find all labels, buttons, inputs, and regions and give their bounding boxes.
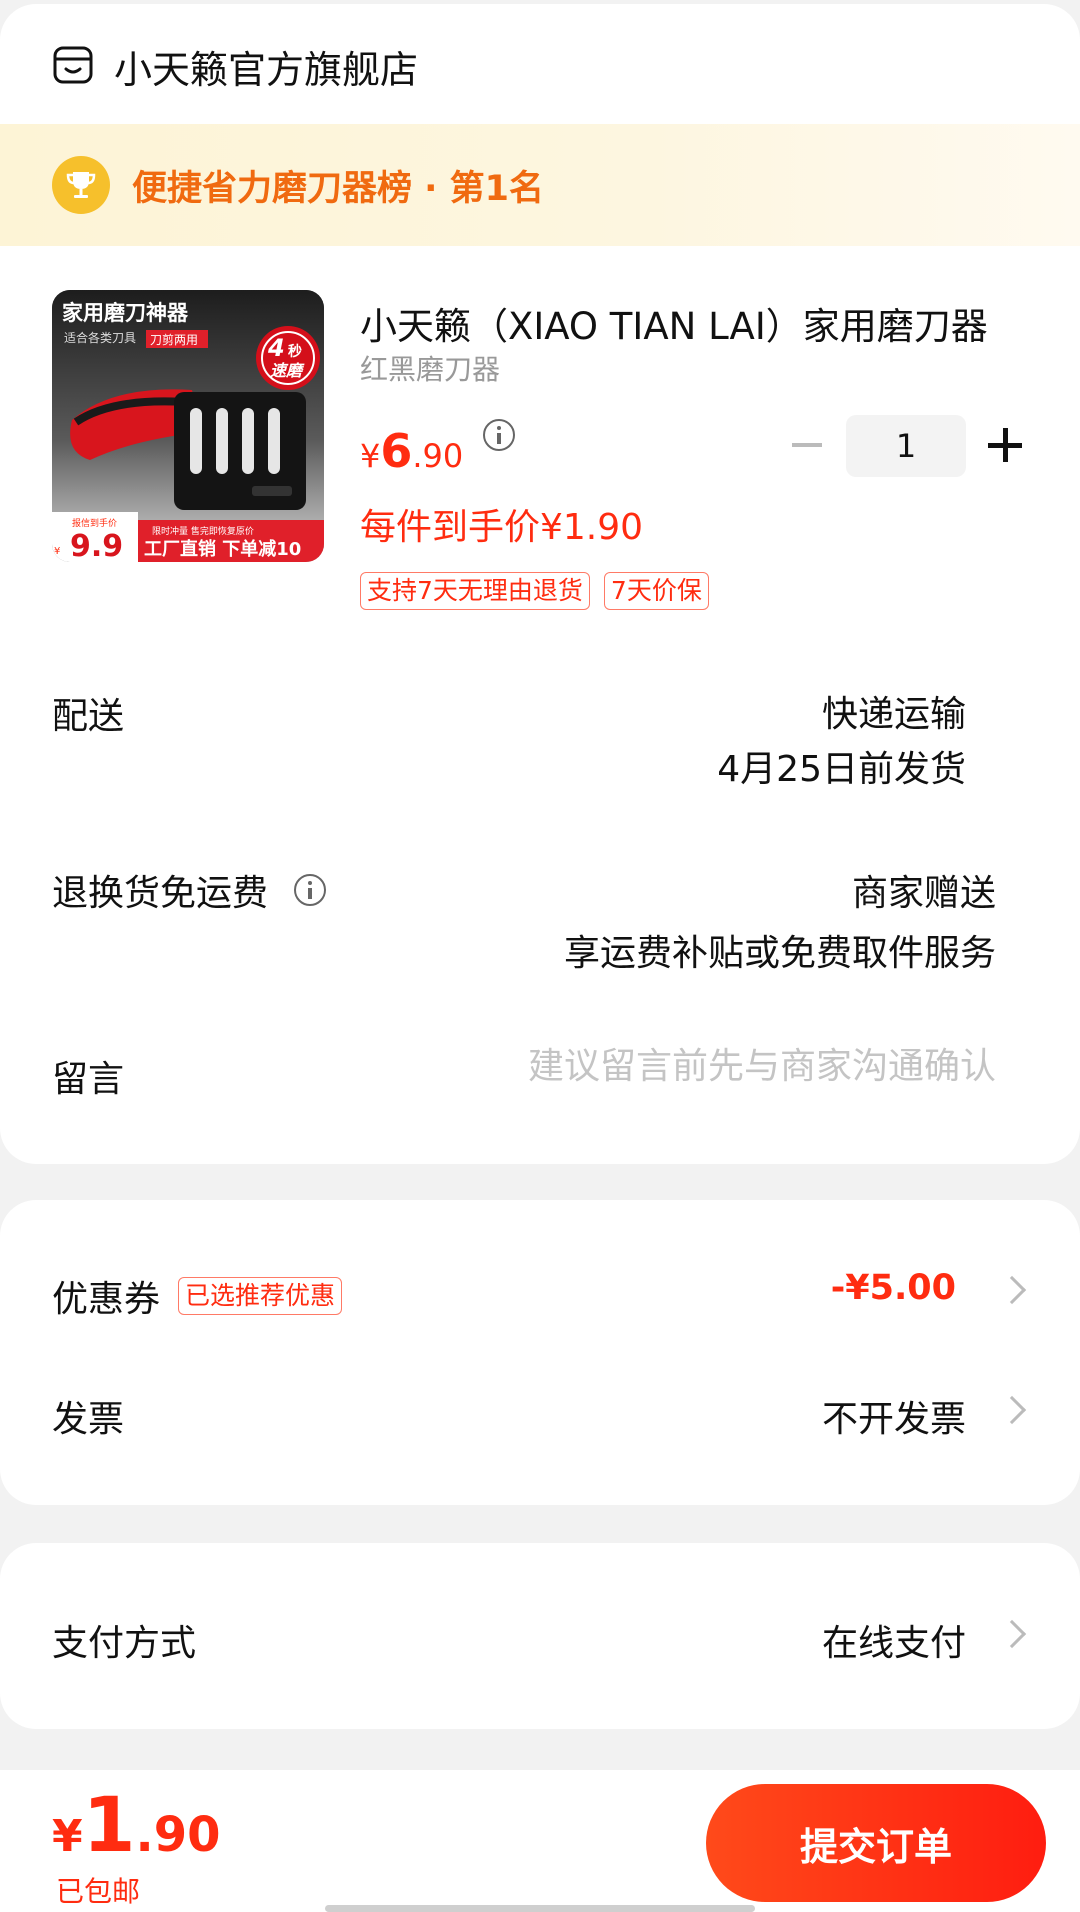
payment-label: 支付方式 bbox=[52, 1623, 197, 1664]
quantity-increase-button[interactable] bbox=[988, 428, 1022, 462]
tag-7day-return: 支持7天无理由退货 bbox=[360, 572, 590, 610]
store-header[interactable]: 小天籁官方旗舰店 bbox=[52, 28, 418, 104]
product-image[interactable]: 家用磨刀神器 适合各类刀具 刀剪两用 4 秒 速磨 报信到手价 ¥ 9.9 限时… bbox=[52, 290, 324, 562]
ranking-banner[interactable]: 便捷省力磨刀器榜 · 第1名 bbox=[0, 124, 1080, 246]
submit-order-button[interactable]: 提交订单 bbox=[706, 1784, 1046, 1902]
message-input[interactable] bbox=[436, 1046, 996, 1087]
image-banner: 工厂直销 下单减10 bbox=[144, 538, 301, 560]
home-indicator[interactable] bbox=[325, 1905, 755, 1912]
quantity-field[interactable]: 1 bbox=[846, 415, 966, 477]
return-freight-detail: 享运费补贴或免费取件服务 bbox=[563, 933, 996, 974]
product-price: ¥ 6 .90 bbox=[360, 419, 516, 478]
image-banner-small: 限时冲量 售完即恢复原价 bbox=[152, 525, 254, 537]
invoice-label: 发票 bbox=[52, 1399, 125, 1440]
return-freight-label: 退换货免运费 bbox=[52, 864, 327, 916]
shipping-label: 配送 bbox=[52, 696, 125, 737]
trophy-icon bbox=[52, 156, 110, 214]
image-subtext: 适合各类刀具 bbox=[64, 330, 136, 345]
image-promo-price: 9.9 bbox=[70, 529, 123, 562]
return-freight-value: 商家赠送 bbox=[851, 873, 996, 914]
price-decimal: .90 bbox=[412, 437, 464, 475]
product-sku[interactable]: 红黑磨刀器 bbox=[360, 348, 500, 388]
payment-value[interactable]: 在线支付 bbox=[822, 1614, 966, 1666]
message-label: 留言 bbox=[52, 1059, 125, 1100]
image-speed-unit: 秒 bbox=[288, 343, 302, 360]
ranking-text: 便捷省力磨刀器榜 · 第1名 bbox=[132, 168, 545, 209]
product-title[interactable]: 小天籁（XIAO TIAN LAI）家用磨刀器 bbox=[360, 296, 1020, 350]
total-symbol: ¥ bbox=[52, 1811, 83, 1862]
shipping-method[interactable]: 快递运输 bbox=[822, 685, 966, 737]
return-freight-text: 退换货免运费 bbox=[52, 873, 269, 914]
price-info-icon[interactable] bbox=[483, 419, 516, 451]
total-decimal: .90 bbox=[135, 1807, 221, 1863]
tag-price-protect: 7天价保 bbox=[603, 572, 709, 610]
discount-card bbox=[0, 1200, 1080, 1505]
image-speed-text: 速磨 bbox=[270, 361, 305, 380]
unit-price: 每件到手价¥1.90 bbox=[360, 507, 644, 548]
image-headline: 家用磨刀神器 bbox=[62, 301, 189, 325]
shipping-date: 4月25日前发货 bbox=[717, 749, 966, 790]
coupon-tag: 已选推荐优惠 bbox=[178, 1277, 343, 1315]
free-shipping-note: 已包邮 bbox=[56, 1875, 141, 1908]
minus-icon bbox=[792, 443, 822, 447]
price-symbol: ¥ bbox=[360, 437, 381, 475]
image-badge: 刀剪两用 bbox=[150, 332, 198, 347]
image-promo-label: 报信到手价 bbox=[72, 517, 117, 529]
coupon-row[interactable]: 优惠券 已选推荐优惠 bbox=[52, 1270, 343, 1322]
total-price: ¥ 1 .90 bbox=[52, 1780, 221, 1869]
store-name: 小天籁官方旗舰店 bbox=[114, 47, 419, 92]
invoice-value[interactable]: 不开发票 bbox=[822, 1390, 966, 1442]
coupon-value[interactable]: -¥5.00 bbox=[831, 1268, 956, 1308]
price-integer: 6 bbox=[380, 424, 413, 478]
image-speed-number: 4 bbox=[267, 334, 285, 362]
coupon-label: 优惠券 bbox=[52, 1279, 161, 1320]
store-icon bbox=[53, 46, 93, 84]
service-tags: 支持7天无理由退货 7天价保 bbox=[360, 572, 709, 610]
total-integer: 1 bbox=[82, 1780, 136, 1869]
quantity-decrease-button[interactable] bbox=[790, 428, 824, 462]
return-info-icon[interactable] bbox=[294, 874, 327, 906]
